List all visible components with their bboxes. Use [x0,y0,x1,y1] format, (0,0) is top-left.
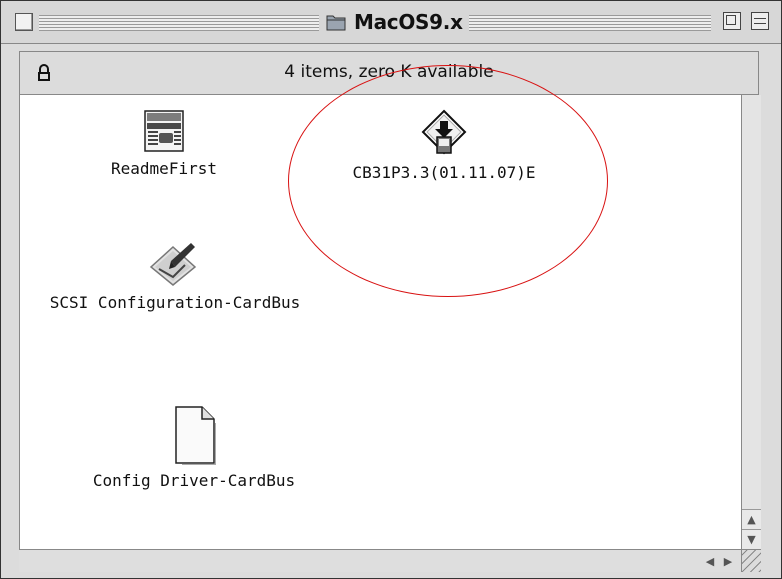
file-label-config-driver[interactable]: Config Driver-CardBus [74,471,314,490]
readme-document-icon [144,110,184,152]
horizontal-scrollbar[interactable]: ◀ ▶ [19,549,741,572]
file-item-readmefirst[interactable]: ReadmeFirst [94,109,234,178]
file-item-config-driver[interactable]: Config Driver-CardBus [74,405,314,490]
icon-view: ReadmeFirst CB31P3.3(01.11.07)E SCSI Con… [19,65,742,572]
scroll-down-arrow[interactable]: ▼ [742,529,761,549]
finder-window: MacOS9.x 4 items, zero K available Readm… [0,0,782,579]
close-box-button[interactable] [15,13,33,31]
control-panel-icon [149,243,197,286]
file-label-readmefirst[interactable]: ReadmeFirst [94,159,234,178]
file-label-cb31p3[interactable]: CB31P3.3(01.11.07)E [304,163,584,182]
window-title-text: MacOS9.x [354,10,463,34]
zoom-box-button[interactable] [723,12,741,30]
folder-icon [326,15,346,31]
vertical-scrollbar[interactable]: ▲ ▼ [741,95,761,549]
windowshade-button[interactable] [751,12,769,30]
resize-grow-box[interactable] [741,549,761,572]
file-item-scsi-configuration[interactable]: SCSI Configuration-CardBus [20,239,330,312]
installer-package-icon [421,109,467,155]
file-item-cb31p3[interactable]: CB31P3.3(01.11.07)E [304,109,584,182]
scroll-up-arrow[interactable]: ▲ [742,509,761,529]
scroll-left-arrow[interactable]: ◀ [701,551,719,571]
window-title: MacOS9.x [319,9,469,35]
title-bar[interactable]: MacOS9.x [1,1,781,44]
file-label-scsi-configuration[interactable]: SCSI Configuration-CardBus [20,293,330,312]
scroll-right-arrow[interactable]: ▶ [719,551,737,571]
blank-document-icon [175,406,217,466]
